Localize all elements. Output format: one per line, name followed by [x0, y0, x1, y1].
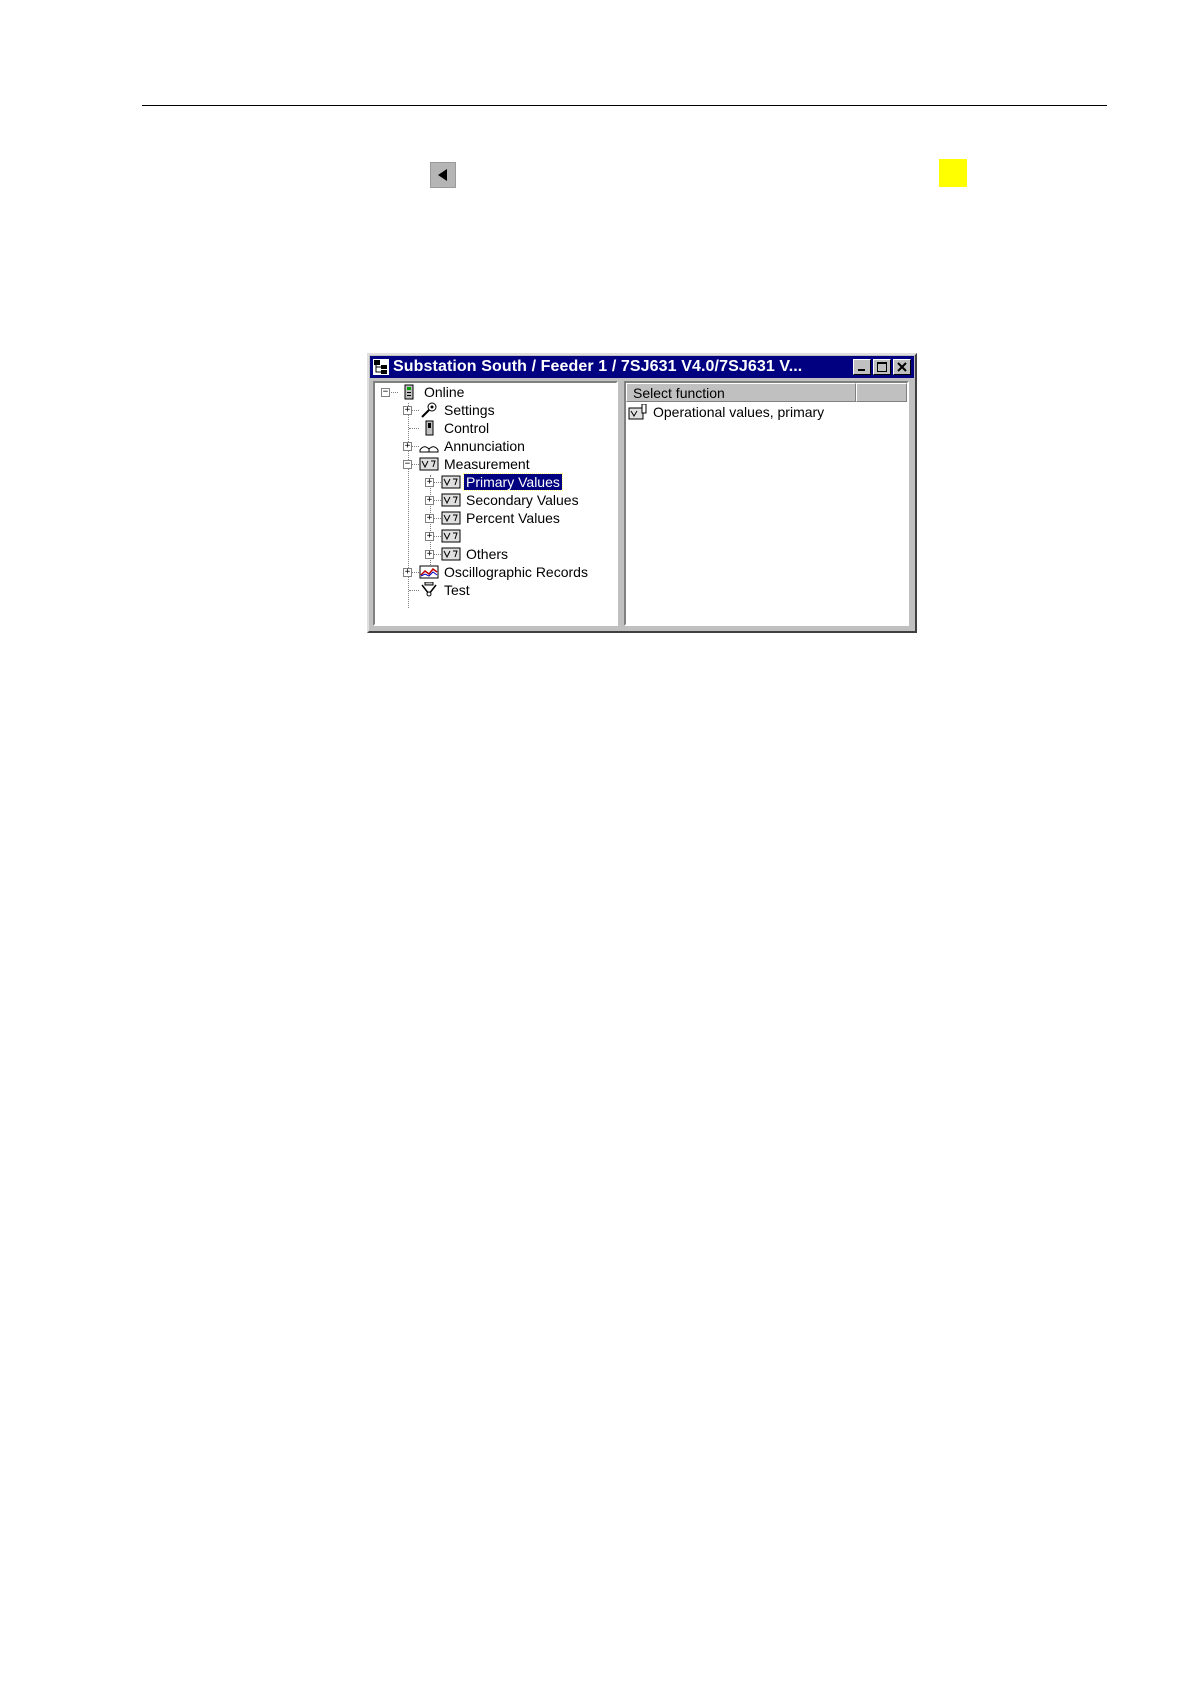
- tree-node-annunciation[interactable]: Annunciation: [419, 437, 527, 455]
- list-item-label: Operational values, primary: [653, 404, 825, 420]
- tree-node-test[interactable]: Test: [419, 581, 472, 599]
- tree-node-label: Measurement: [444, 456, 530, 472]
- tree-node-unnamed[interactable]: [441, 527, 468, 545]
- expand-toggle[interactable]: +: [425, 550, 434, 559]
- maximize-button[interactable]: [873, 359, 891, 375]
- minimize-button[interactable]: [853, 359, 871, 375]
- minimize-icon: [858, 369, 865, 371]
- device-tree-icon: [373, 359, 389, 375]
- tree-pane[interactable]: − Online + Settings Control + Annunciati…: [373, 381, 618, 626]
- tree-node-oscillographic-records[interactable]: Oscillographic Records: [419, 563, 590, 581]
- function-tree: − Online + Settings Control + Annunciati…: [375, 383, 616, 624]
- window-title: Substation South / Feeder 1 / 7SJ631 V4.…: [393, 358, 803, 375]
- tree-node-label: Percent Values: [466, 510, 560, 526]
- tree-node-measurement[interactable]: Measurement: [419, 455, 532, 473]
- measurement-icon: [441, 475, 461, 489]
- tree-node-label: Oscillographic Records: [444, 564, 588, 580]
- maximize-icon: [877, 362, 887, 372]
- triangle-left-icon: [438, 169, 447, 181]
- collapse-toggle[interactable]: −: [381, 388, 390, 397]
- oscillograph-chart-icon: [419, 565, 439, 579]
- list-item[interactable]: Operational values, primary: [626, 402, 907, 422]
- tree-node-control[interactable]: Control: [419, 419, 491, 437]
- device-online-icon: [404, 384, 414, 400]
- tree-node-label: Settings: [444, 402, 495, 418]
- expand-toggle[interactable]: +: [403, 406, 412, 415]
- function-list-pane[interactable]: Select function Operational values, prim…: [624, 381, 909, 626]
- measurement-icon: [441, 547, 461, 561]
- tree-node-label: Online: [424, 384, 465, 400]
- collapse-toggle[interactable]: −: [403, 460, 412, 469]
- expand-toggle[interactable]: +: [425, 496, 434, 505]
- tree-node-label: Others: [466, 546, 509, 562]
- digsi-window: Substation South / Feeder 1 / 7SJ631 V4.…: [367, 353, 917, 633]
- tree-node-secondary-values[interactable]: Secondary Values: [441, 491, 581, 509]
- close-button[interactable]: [893, 359, 911, 375]
- tree-node-label: Secondary Values: [466, 492, 579, 508]
- annunciation-book-icon: [419, 446, 439, 453]
- tree-node-others[interactable]: Others: [441, 545, 510, 563]
- tree-node-label: Primary Values: [463, 473, 563, 491]
- measurement-icon: [441, 493, 461, 507]
- tree-node-label: Control: [444, 420, 490, 436]
- tree-connector: [408, 403, 410, 608]
- expand-toggle[interactable]: +: [403, 442, 412, 451]
- tree-node-online[interactable]: Online: [399, 383, 466, 401]
- tree-node-label: Annunciation: [444, 438, 525, 454]
- tree-node-primary-values[interactable]: Primary Values: [441, 473, 563, 491]
- expand-toggle[interactable]: +: [425, 532, 434, 541]
- measurement-icon: [441, 529, 461, 543]
- operational-values-icon: [628, 404, 647, 420]
- yellow-marker: [939, 159, 967, 187]
- tree-node-percent-values[interactable]: Percent Values: [441, 509, 562, 527]
- title-bar[interactable]: Substation South / Feeder 1 / 7SJ631 V4.…: [370, 356, 914, 378]
- close-icon: [897, 362, 907, 372]
- tree-node-settings[interactable]: Settings: [419, 401, 497, 419]
- test-probe-icon: [421, 582, 437, 597]
- column-header-select-function[interactable]: Select function: [626, 383, 856, 402]
- list-header: Select function: [626, 383, 907, 402]
- expand-toggle[interactable]: +: [425, 514, 434, 523]
- back-button[interactable]: [430, 162, 456, 188]
- control-switch-icon: [425, 420, 434, 436]
- top-rule: [142, 105, 1107, 106]
- expand-toggle[interactable]: +: [425, 478, 434, 487]
- tree-node-label: Test: [444, 582, 470, 598]
- measurement-icon: [441, 511, 461, 525]
- settings-icon: [421, 402, 437, 418]
- expand-toggle[interactable]: +: [403, 568, 412, 577]
- measurement-icon: [419, 457, 439, 471]
- tree-connector: [389, 392, 398, 394]
- tree-connector: [409, 428, 419, 430]
- tree-connector: [409, 590, 419, 592]
- column-header-empty[interactable]: [856, 383, 907, 402]
